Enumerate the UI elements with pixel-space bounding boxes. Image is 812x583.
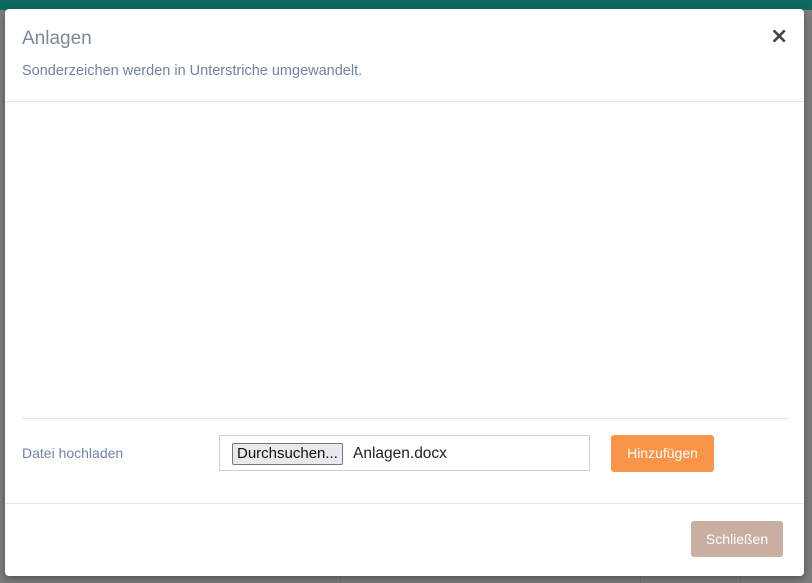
- background-divider: [340, 576, 341, 583]
- close-button[interactable]: Schließen: [691, 521, 783, 557]
- dialog-body: Datei hochladen Durchsuchen... Anlagen.d…: [5, 102, 804, 502]
- upload-divider: [22, 418, 788, 419]
- dialog-subtitle: Sonderzeichen werden in Unterstriche umg…: [22, 63, 363, 79]
- browse-button[interactable]: Durchsuchen...: [232, 443, 343, 465]
- selected-file-name: Anlagen.docx: [353, 445, 447, 462]
- file-input[interactable]: Durchsuchen... Anlagen.docx: [219, 435, 590, 471]
- background-divider: [740, 576, 741, 583]
- dialog-title: Anlagen: [22, 28, 92, 49]
- dialog-header: Anlagen Sonderzeichen werden in Unterstr…: [5, 9, 804, 102]
- attachments-dialog: Anlagen Sonderzeichen werden in Unterstr…: [5, 9, 804, 576]
- background-divider: [640, 576, 641, 583]
- upload-label: Datei hochladen: [22, 445, 124, 461]
- dialog-footer: Schließen: [5, 503, 804, 576]
- add-button[interactable]: Hinzufügen: [611, 435, 714, 472]
- close-icon[interactable]: ×: [770, 26, 788, 48]
